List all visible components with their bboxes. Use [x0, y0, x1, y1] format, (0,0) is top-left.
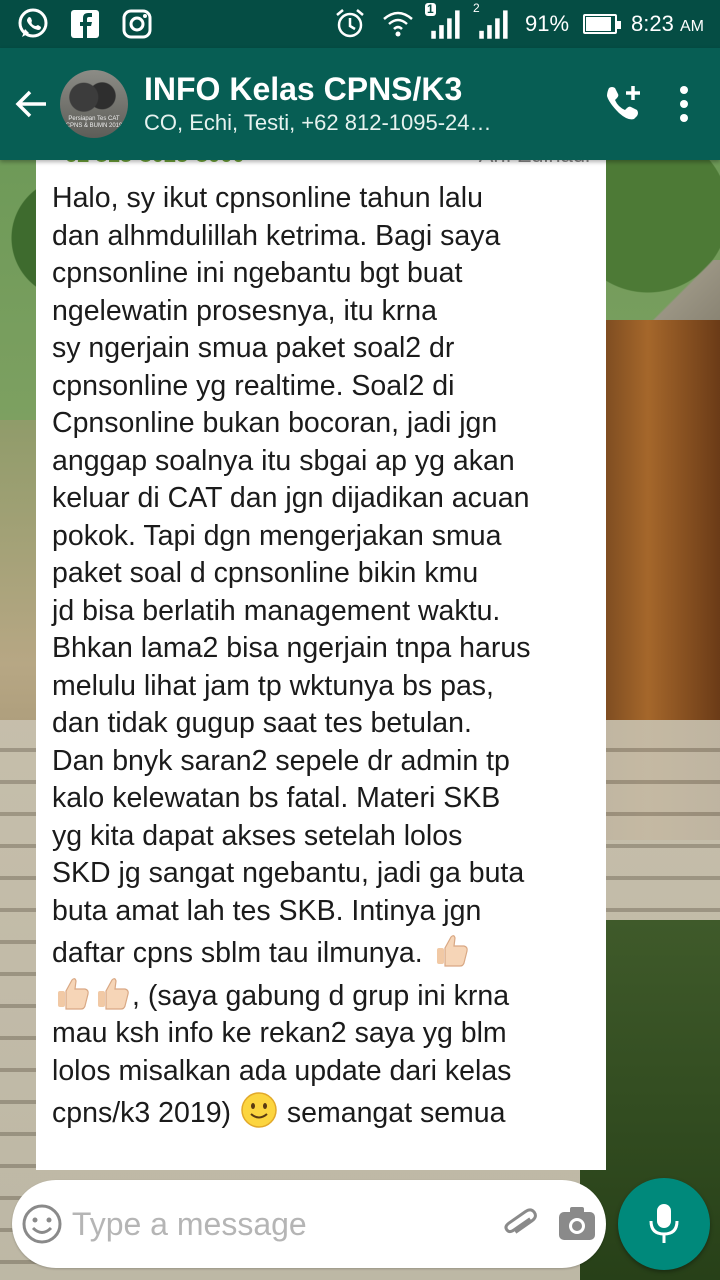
instagram-icon — [120, 7, 154, 41]
thumbs-up-emoji-icon — [52, 973, 92, 1013]
signal-sim2-icon: 2 — [473, 1, 511, 41]
battery-icon — [583, 14, 622, 34]
message-sender-row: +62 813-8025-8000 ~Arif Zulhadi — [52, 160, 590, 172]
group-title: INFO Kelas CPNS/K3 — [144, 71, 463, 107]
microphone-icon — [649, 1204, 679, 1243]
sender-name: ~Arif Zulhadi — [466, 160, 590, 172]
battery-fill — [586, 17, 612, 31]
alarm-icon — [333, 7, 367, 41]
add-call-button[interactable] — [588, 48, 658, 160]
whatsapp-icon — [16, 7, 50, 41]
back-button[interactable] — [2, 48, 62, 160]
wifi-icon — [381, 7, 415, 41]
message-bubble[interactable]: +62 813-8025-8000 ~Arif Zulhadi Halo, sy… — [36, 160, 606, 1170]
message-input[interactable] — [71, 1194, 492, 1254]
group-members: CO, Echi, Testi, +62 812-1095-24… — [144, 110, 492, 135]
signal-sim1-icon: 1 — [425, 3, 463, 41]
thumbs-up-emoji-icon — [92, 973, 132, 1013]
emoji-button[interactable] — [12, 1180, 72, 1268]
facebook-icon — [68, 7, 102, 41]
group-info[interactable]: INFO Kelas CPNS/K3 CO, Echi, Testi, +62 … — [144, 70, 588, 138]
attach-button[interactable] — [492, 1180, 549, 1268]
avatar-caption: Persiapan Tes CAT CPNS & BUMN 2019 — [65, 116, 123, 129]
group-avatar[interactable]: Persiapan Tes CAT CPNS & BUMN 2019 — [60, 70, 128, 138]
sender-number: +62 813-8025-8000 — [52, 160, 245, 172]
battery-percent: 91% — [525, 11, 570, 36]
smiley-icon — [22, 1204, 62, 1244]
sim2-label: 2 — [473, 1, 480, 15]
message-text-part-3: semangat semua — [286, 1097, 506, 1129]
camera-button[interactable] — [549, 1180, 606, 1268]
sim1-label: 1 — [425, 2, 436, 16]
notification-icons — [16, 7, 154, 41]
clock-ampm: AM — [680, 18, 704, 35]
clock-time: 8:23 — [631, 11, 674, 36]
thumbs-up-emoji-icon — [431, 930, 471, 970]
overflow-menu-button[interactable] — [658, 48, 710, 160]
chat-header: Persiapan Tes CAT CPNS & BUMN 2019 INFO … — [0, 48, 720, 160]
phone-plus-icon — [607, 86, 640, 120]
voice-record-button[interactable] — [618, 1178, 710, 1270]
more-vertical-icon — [680, 86, 688, 122]
arrow-left-icon — [15, 90, 46, 118]
status-bar: 1 2 91% 8:23 AM — [0, 0, 720, 48]
paperclip-icon — [504, 1208, 538, 1234]
clock: 8:23 AM — [631, 11, 704, 37]
camera-icon — [559, 1207, 596, 1240]
system-status: 1 2 91% 8:23 AM — [333, 1, 704, 41]
message-composer — [12, 1180, 606, 1268]
smiling-face-emoji-icon — [239, 1090, 279, 1130]
message-text: Halo, sy ikut cpnsonline tahun lalu dan … — [52, 180, 590, 1133]
message-text-part-1: Halo, sy ikut cpnsonline tahun lalu dan … — [52, 182, 531, 969]
